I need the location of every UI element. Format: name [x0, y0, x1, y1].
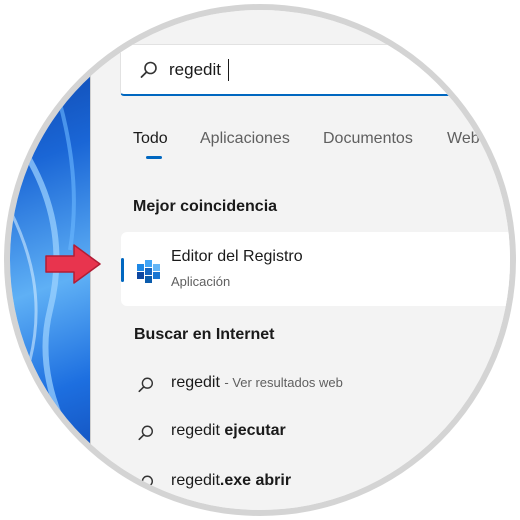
app-type: Aplicación: [171, 274, 231, 289]
web-result-item[interactable]: regedit.exe abrir: [137, 470, 497, 498]
tab-documentos[interactable]: Documentos: [323, 130, 413, 148]
app-name: Editor del Registro: [171, 248, 303, 265]
web-result-suffix: - Ver resultados web: [224, 375, 343, 390]
search-icon: [138, 377, 154, 393]
selection-accent: [121, 258, 124, 282]
search-box[interactable]: [120, 44, 510, 96]
web-result-term: regedit: [171, 374, 220, 391]
search-icon: [138, 425, 154, 441]
web-result-text: regedit.exe abrir: [171, 472, 291, 490]
web-result-text: regedit ejecutar: [171, 422, 286, 440]
active-tab-indicator: [146, 156, 162, 159]
web-result-item[interactable]: regedit ejecutar: [137, 420, 497, 448]
text-caret: [228, 59, 229, 81]
best-match-result[interactable]: Editor del Registro Aplicación: [121, 232, 510, 306]
tab-todo[interactable]: Todo: [133, 130, 168, 148]
web-result-suffix: .exe abrir: [219, 472, 292, 489]
registry-editor-icon: [137, 260, 160, 283]
web-result-item[interactable]: regedit - Ver resultados web: [137, 372, 497, 400]
web-result-term: regedit: [171, 422, 220, 439]
tab-aplicaciones[interactable]: Aplicaciones: [200, 130, 290, 148]
web-search-heading: Buscar en Internet: [134, 326, 275, 343]
screenshot-stage: Todo Aplicaciones Documentos Web Mejor c…: [0, 0, 520, 520]
pointer-arrow-icon: [45, 244, 101, 284]
search-icon: [140, 61, 157, 78]
best-match-heading: Mejor coincidencia: [133, 198, 278, 215]
search-input[interactable]: [169, 58, 469, 82]
start-search-panel: Todo Aplicaciones Documentos Web Mejor c…: [90, 10, 510, 510]
tab-web[interactable]: Web: [447, 130, 480, 148]
web-result-suffix: ejecutar: [224, 422, 286, 439]
web-result-text: regedit - Ver resultados web: [171, 374, 343, 392]
search-icon: [138, 475, 154, 491]
web-result-term: regedit: [171, 472, 220, 489]
